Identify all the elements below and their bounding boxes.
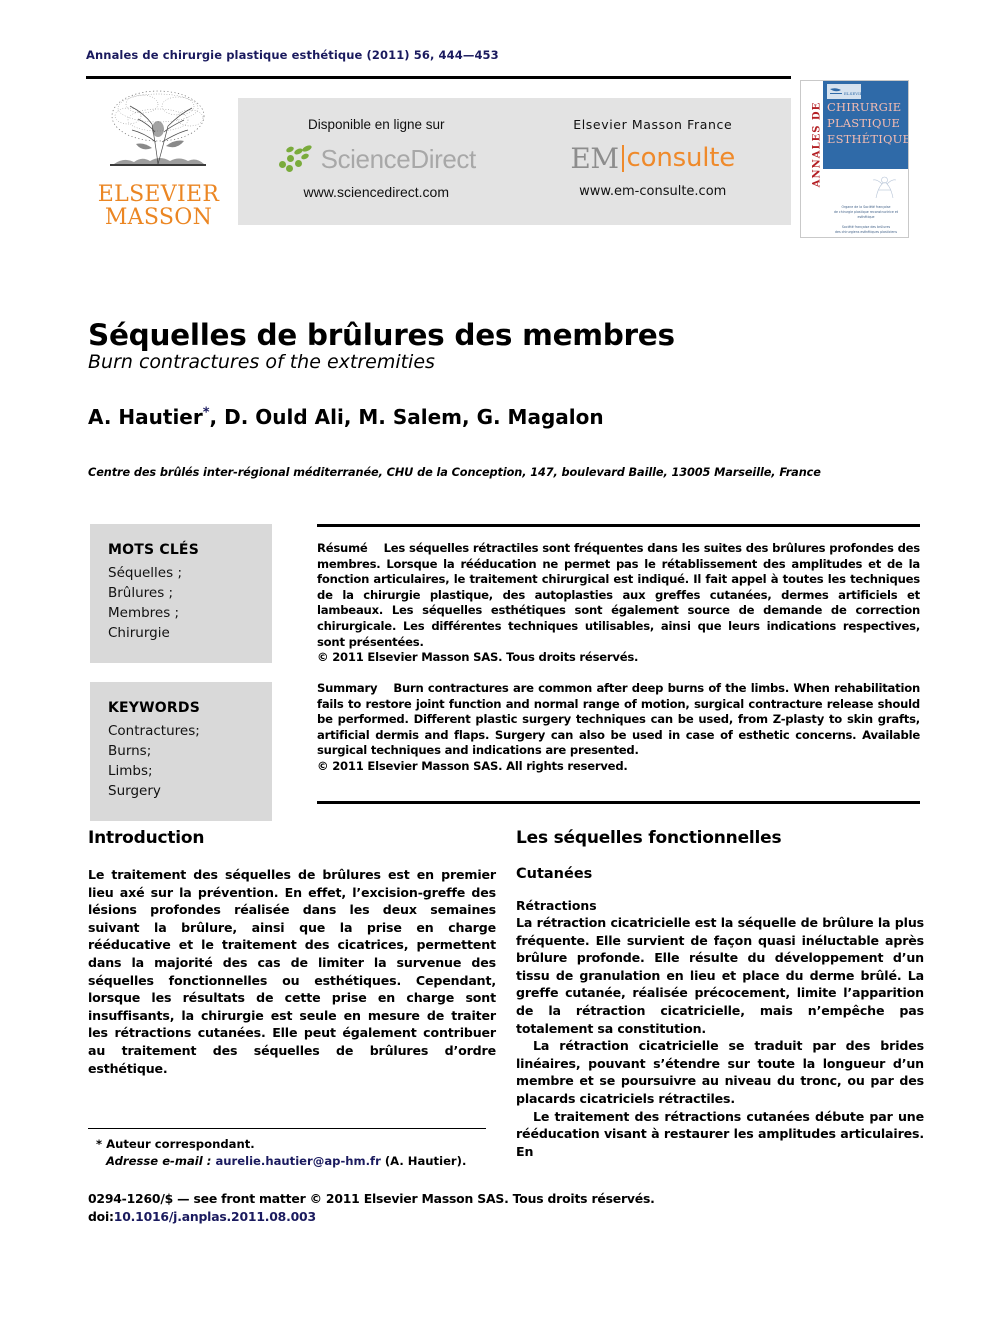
subsection-heading-cutanees: Cutanées: [516, 866, 593, 882]
sciencedirect-leaf-icon: [277, 144, 317, 174]
keyword-item: Limbs;: [108, 763, 153, 779]
cover-lower-field: Organe de la Société française de chirur…: [823, 169, 908, 237]
header-rule: [86, 76, 791, 79]
abstract-french: Résumé Les séquelles rétractiles sont fré…: [317, 541, 920, 666]
keyword-item: Brûlures ;: [108, 585, 174, 601]
keyword-item: Surgery: [108, 783, 161, 799]
cover-title-line2: PLASTIQUE: [827, 116, 901, 130]
cover-society-text: Organe de la Société française de chirur…: [831, 205, 901, 235]
online-availability-panel: Disponible en ligne sur ScienceDirect ww…: [238, 98, 791, 225]
emconsulte-consulte-word: consulte: [626, 143, 736, 173]
emconsulte-block: Elsevier Masson France EM consulte www.e…: [515, 98, 792, 225]
article-first-page: Annales de chirurgie plastique esthétiqu…: [0, 0, 992, 1323]
keyword-item: Contractures;: [108, 723, 200, 739]
journal-cover-thumbnail[interactable]: ELSEVIER ANNALES DE CHIRURGIE PLASTIQUE …: [800, 80, 909, 238]
article-title: Séquelles de brûlures des membres: [88, 317, 675, 352]
section-heading-sequelles-fonctionnelles: Les séquelles fonctionnelles: [516, 828, 782, 848]
cover-elsevier-icon: ELSEVIER: [827, 84, 867, 99]
paragraph: La rétraction cicatricielle se traduit p…: [516, 1038, 924, 1106]
cover-title: CHIRURGIE PLASTIQUE ESTHÉTIQUE: [827, 99, 909, 147]
author-first: A. Hautier: [88, 405, 203, 429]
journal-running-head: Annales de chirurgie plastique esthétiqu…: [86, 48, 499, 62]
abstract-english-text: Burn contractures are common after deep …: [317, 681, 920, 758]
keyword-item: Chirurgie: [108, 625, 170, 641]
article-subtitle: Burn contractures of the extremities: [88, 351, 435, 373]
author-list: A. Hautier*, D. Ould Ali, M. Salem, G. M…: [88, 405, 604, 429]
corresponding-author-footnote: * Auteur correspondant. Adresse e-mail :…: [96, 1136, 496, 1170]
emconsulte-url[interactable]: www.em-consulte.com: [515, 184, 792, 199]
footnote-text: Auteur correspondant.: [106, 1137, 255, 1151]
abstract-french-copyright: © 2011 Elsevier Masson SAS. Tous droits …: [317, 650, 639, 665]
footnote-marker: *: [96, 1137, 103, 1151]
emconsulte-em-word: EM: [570, 141, 619, 175]
footnote-email-suffix: (A. Hautier).: [384, 1154, 467, 1168]
footnote-rule: [88, 1128, 486, 1130]
cover-society-line2: de chirurgie plastique reconstructrice e…: [833, 210, 899, 219]
abstract-french-label: Résumé: [317, 541, 368, 555]
page-footer: 0294-1260/$ — see front matter © 2011 El…: [88, 1190, 655, 1226]
cover-society-line1: Organe de la Société française: [841, 205, 891, 209]
author-rest: , D. Ould Ali, M. Salem, G. Magalon: [209, 405, 604, 429]
keyword-item: Séquelles ;: [108, 565, 182, 581]
abstract-english: Summary Burn contractures are common afte…: [317, 681, 920, 775]
keywords-box-english: KEYWORDS Contractures; Burns; Limbs; Sur…: [90, 682, 272, 821]
emconsulte-divider-icon: [621, 144, 624, 172]
footnote-email-line: Adresse e-mail : aurelie.hautier@ap-hm.f…: [96, 1153, 496, 1170]
footnote-email-label: Adresse e-mail :: [106, 1154, 212, 1168]
emconsulte-logo: EM consulte: [515, 140, 792, 176]
doi-value[interactable]: 10.1016/j.anplas.2011.08.003: [114, 1209, 316, 1224]
abstract-rule-bottom: [317, 801, 920, 804]
keywords-french-heading: MOTS CLÉS: [108, 542, 199, 558]
emconsulte-caption: Elsevier Masson France: [573, 117, 733, 132]
doi-line: doi:10.1016/j.anplas.2011.08.003: [88, 1208, 655, 1226]
paragraph: La rétraction cicatricielle est la séque…: [516, 915, 924, 1036]
elsevier-tree-icon: [92, 86, 224, 181]
masson-word: MASSON: [104, 205, 213, 230]
cover-illustration-icon: [868, 174, 902, 200]
keyword-item: Burns;: [108, 743, 152, 759]
sciencedirect-block: Disponible en ligne sur ScienceDirect ww…: [238, 98, 515, 225]
subsubsection-heading-retractions: Rétractions: [516, 898, 597, 913]
sciencedirect-wordmark: ScienceDirect: [320, 143, 477, 174]
paragraph: Le traitement des séquelles de brûlures …: [88, 867, 496, 1076]
abstract-english-label: Summary: [317, 681, 378, 695]
abstract-english-copyright: © 2011 Elsevier Masson SAS. All rights r…: [317, 758, 628, 773]
publisher-banner: ELSEVIER MASSON Disponible en ligne sur: [86, 84, 791, 236]
cover-spine-label: ANNALES DE: [811, 101, 823, 188]
corresponding-author-marker: *: [202, 405, 210, 421]
footnote-email-address[interactable]: aurelie.hautier@ap-hm.fr: [215, 1154, 380, 1168]
cover-society-line3: Société française des brûlures: [841, 225, 891, 229]
elsevier-masson-logo: ELSEVIER MASSON: [86, 84, 231, 236]
body-column-right: Les séquelles fonctionnelles Cutanées Ré…: [516, 828, 924, 1160]
cover-society-line4: des chirurgiens esthétiques plasticiens: [834, 230, 898, 234]
elsevier-word: ELSEVIER: [97, 182, 220, 207]
elsevier-masson-wordmark: ELSEVIER MASSON: [86, 183, 231, 229]
paragraph: Le traitement des rétractions cutanées d…: [516, 1108, 924, 1159]
sciencedirect-caption: Disponible en ligne sur: [307, 117, 445, 132]
svg-text:ELSEVIER: ELSEVIER: [844, 91, 861, 96]
keywords-english-heading: KEYWORDS: [108, 700, 200, 716]
doi-prefix: doi:: [88, 1209, 114, 1224]
front-matter-line: 0294-1260/$ — see front matter © 2011 El…: [88, 1191, 655, 1206]
cover-title-line3: ESTHÉTIQUE: [827, 132, 909, 146]
abstract-rule-top: [317, 524, 920, 527]
cover-title-line1: CHIRURGIE: [827, 100, 902, 114]
keywords-box-french: MOTS CLÉS Séquelles ; Brûlures ; Membres…: [90, 524, 272, 663]
author-affiliation: Centre des brûlés inter-régional méditer…: [88, 466, 821, 479]
body-column-left: Introduction Le traitement des séquelles…: [88, 828, 496, 1077]
keyword-item: Membres ;: [108, 605, 180, 621]
sciencedirect-logo: ScienceDirect: [238, 142, 515, 176]
section-heading-introduction: Introduction: [88, 828, 205, 848]
sciencedirect-url[interactable]: www.sciencedirect.com: [238, 184, 515, 200]
abstract-french-text: Les séquelles rétractiles sont fréquente…: [317, 541, 920, 649]
